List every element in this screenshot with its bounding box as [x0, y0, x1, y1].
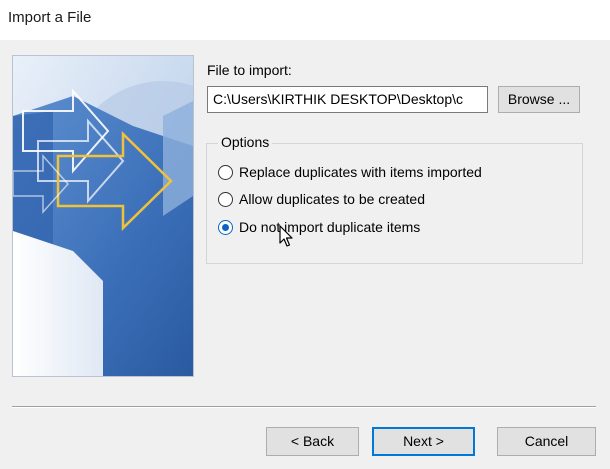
replace-duplicates-label[interactable]: Replace duplicates with items imported: [239, 164, 482, 180]
allow-duplicates-option[interactable]: Allow duplicates to be created: [218, 189, 425, 209]
browse-button[interactable]: Browse ...: [498, 86, 580, 113]
back-button[interactable]: < Back: [266, 427, 359, 456]
do-not-import-duplicates-option[interactable]: Do not import duplicate items: [218, 217, 420, 237]
do-not-import-duplicates-label[interactable]: Do not import duplicate items: [239, 219, 420, 235]
allow-duplicates-label[interactable]: Allow duplicates to be created: [239, 191, 425, 207]
window-title: Import a File: [8, 9, 92, 26]
mouse-pointer-icon: [279, 225, 293, 247]
replace-duplicates-option[interactable]: Replace duplicates with items imported: [218, 162, 482, 182]
file-to-import-label: File to import:: [207, 62, 292, 78]
radio-button[interactable]: [218, 164, 233, 180]
cancel-button[interactable]: Cancel: [497, 427, 596, 456]
title-bar: Import a File: [0, 0, 610, 40]
footer-divider: [12, 406, 596, 408]
next-button[interactable]: Next >: [372, 427, 475, 456]
banner-graphic: [13, 56, 193, 376]
file-path-input[interactable]: C:\Users\KIRTHIK DESKTOP\Desktop\c: [207, 86, 488, 113]
radio-button[interactable]: [218, 191, 233, 207]
wizard-banner-image: [12, 55, 194, 377]
radio-button-selected[interactable]: [218, 219, 233, 235]
options-legend: Options: [218, 134, 273, 150]
